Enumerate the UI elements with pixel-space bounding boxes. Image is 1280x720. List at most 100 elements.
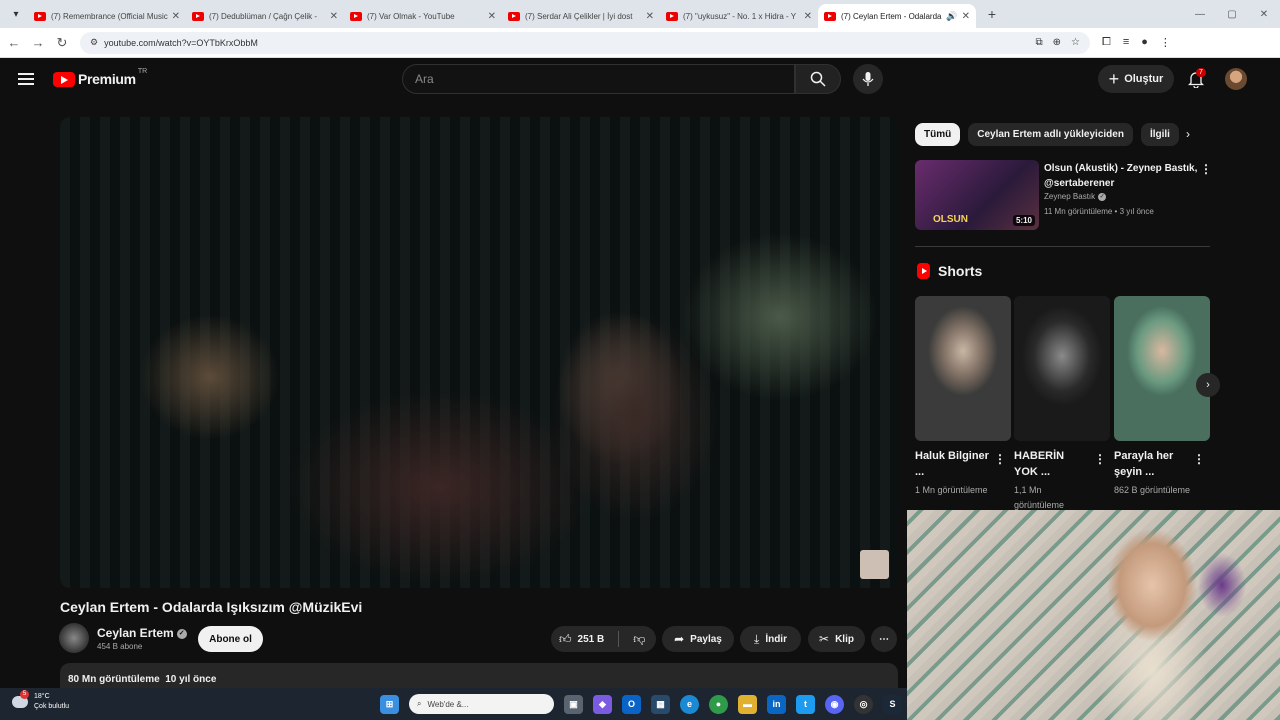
short-title[interactable]: HABERİN YOK ...: [1014, 448, 1090, 480]
profile-icon[interactable]: ●: [1141, 36, 1148, 49]
youtube-favicon-icon: [666, 11, 678, 21]
browser-tab-active[interactable]: (7) Ceylan Ertem - Odalarda 🔊 ✕: [818, 4, 976, 28]
task-view-icon[interactable]: ▣: [564, 694, 583, 714]
windows-start-icon[interactable]: ⊞: [380, 694, 399, 714]
youtube-play-icon: [53, 71, 75, 87]
voice-search-button[interactable]: [853, 64, 883, 94]
tab-title: (7) "uykusuz" - No. 1 x Hidra - Y: [683, 11, 797, 21]
search-icon: [810, 71, 826, 87]
more-vertical-icon[interactable]: ⋮: [994, 452, 1006, 466]
steam-icon[interactable]: S: [883, 694, 902, 714]
minimize-icon[interactable]: —: [1184, 9, 1216, 20]
short-thumbnail[interactable]: [1114, 296, 1210, 441]
store-icon[interactable]: ▦: [651, 694, 670, 714]
video-player[interactable]: [60, 117, 898, 588]
short-title[interactable]: Parayla her şeyin ...: [1114, 448, 1190, 480]
subscribe-button[interactable]: Abone ol: [198, 626, 263, 652]
speaker-icon[interactable]: 🔊: [946, 11, 957, 22]
search-icon: ⌕: [417, 699, 422, 708]
address-bar-row: ← → ↻ ⚙ youtube.com/watch?v=OYTbKrxObbM …: [0, 28, 1280, 58]
taskbar-search[interactable]: ⌕ Web'de &...: [409, 694, 554, 714]
chip-from-uploader[interactable]: Ceylan Ertem adlı yükleyiciden: [968, 123, 1133, 146]
chip-all[interactable]: Tümü: [915, 123, 961, 146]
file-explorer-icon[interactable]: ▬: [738, 694, 757, 714]
avatar[interactable]: [1225, 68, 1247, 90]
channel-avatar[interactable]: [59, 623, 89, 653]
end-screen-thumbnail[interactable]: [860, 550, 889, 579]
short-thumbnail[interactable]: [1014, 296, 1110, 441]
back-icon[interactable]: ←: [2, 35, 26, 50]
browser-tab[interactable]: (7) Dedublüman / Çağn Çelik - ✕: [186, 4, 344, 28]
shorts-header: Shorts: [917, 263, 982, 279]
media-control-icon[interactable]: ≡: [1123, 36, 1129, 49]
dislike-button[interactable]: 👎︎: [633, 632, 645, 647]
short-thumbnail[interactable]: [915, 296, 1011, 441]
new-tab-button[interactable]: +: [982, 6, 1002, 22]
maximize-icon[interactable]: ▢: [1216, 9, 1248, 20]
extensions-icon[interactable]: ⧠: [1102, 36, 1111, 49]
bookmark-star-icon[interactable]: ☆: [1071, 37, 1080, 48]
channel-name[interactable]: Ceylan Ertem ✓: [97, 626, 187, 640]
close-icon[interactable]: ✕: [330, 11, 338, 22]
search-button[interactable]: [795, 64, 841, 94]
like-button[interactable]: 👍︎ 251 B: [559, 632, 604, 647]
short-views: 1,1 Mn görüntüleme: [1014, 485, 1065, 510]
browser-tab[interactable]: (7) Var Olmak - YouTube ✕: [344, 4, 502, 28]
clip-button[interactable]: ✂ Klip: [808, 626, 865, 652]
more-vertical-icon[interactable]: ⋮: [1094, 452, 1106, 466]
thumbs-up-icon: 👍︎: [559, 631, 572, 646]
copilot-icon[interactable]: ◆: [593, 694, 612, 714]
recommendation-title[interactable]: Olsun (Akustik) - Zeynep Bastık, @sertab…: [1044, 161, 1199, 191]
more-vertical-icon[interactable]: ⋮: [1200, 162, 1212, 176]
zoom-icon[interactable]: ⊕: [1053, 37, 1061, 48]
hamburger-menu-icon[interactable]: [18, 73, 34, 85]
tab-title: (7) Ceylan Ertem - Odalarda: [841, 11, 942, 21]
install-app-icon[interactable]: ⧉: [1036, 37, 1043, 48]
scissors-icon: ✂: [819, 632, 830, 646]
shorts-next-button[interactable]: ›: [1196, 373, 1220, 397]
create-button[interactable]: + Oluştur: [1098, 65, 1174, 93]
address-bar[interactable]: ⚙ youtube.com/watch?v=OYTbKrxObbM ⧉ ⊕ ☆: [80, 31, 1090, 54]
twitter-icon[interactable]: t: [796, 694, 815, 714]
close-icon[interactable]: ✕: [962, 11, 970, 22]
reload-icon[interactable]: ↻: [50, 35, 74, 51]
discord-icon[interactable]: ◉: [825, 694, 844, 714]
youtube-favicon-icon: [508, 11, 520, 21]
browser-menu-icon[interactable]: ⋮: [1160, 36, 1171, 49]
more-vertical-icon[interactable]: ⋮: [1193, 452, 1205, 466]
more-horizontal-icon: ⋯: [879, 633, 889, 645]
short-views: 862 B görüntüleme: [1114, 485, 1191, 495]
filter-chips: Tümü Ceylan Ertem adlı yükleyiciden İlgi…: [915, 123, 1179, 146]
edge-icon[interactable]: e: [680, 694, 699, 714]
linkedin-icon[interactable]: in: [767, 694, 786, 714]
browser-tab[interactable]: (7) "uykusuz" - No. 1 x Hidra - Y ✕: [660, 4, 818, 28]
divider: [915, 246, 1210, 247]
short-title[interactable]: Haluk Bilginer ...: [915, 448, 991, 480]
chip-related[interactable]: İlgili: [1140, 123, 1179, 146]
more-actions-button[interactable]: ⋯: [871, 626, 897, 652]
tab-search-icon[interactable]: ▾: [4, 4, 28, 24]
weather-widget[interactable]: 5 18°C Çok bulutlu: [12, 690, 69, 712]
outlook-icon[interactable]: O: [622, 694, 641, 714]
like-count: 251 B: [577, 633, 605, 645]
close-icon[interactable]: ✕: [646, 11, 654, 22]
youtube-premium-logo[interactable]: Premium TR: [53, 68, 147, 87]
logo-text: Premium: [78, 71, 136, 87]
browser-tab[interactable]: (7) Remembrance (Official Music ✕: [28, 4, 186, 28]
close-icon[interactable]: ✕: [804, 11, 812, 22]
forward-icon[interactable]: →: [26, 35, 50, 50]
chrome-icon[interactable]: ●: [709, 694, 728, 714]
download-button[interactable]: ⤓ İndir: [740, 626, 801, 652]
site-info-icon[interactable]: ⚙: [90, 37, 98, 48]
tab-title: (7) Var Olmak - YouTube: [367, 11, 455, 21]
close-icon[interactable]: ✕: [488, 11, 496, 22]
share-button[interactable]: ➦ Paylaş: [662, 626, 734, 652]
close-window-icon[interactable]: ✕: [1248, 9, 1280, 20]
search-input[interactable]: Ara: [402, 64, 795, 94]
browser-tab[interactable]: (7) Serdar Ali Çelikler | İyi dost ✕: [502, 4, 660, 28]
recommendation-thumbnail[interactable]: OLSUN 5:10: [915, 160, 1039, 230]
chevron-right-icon[interactable]: ›: [1186, 127, 1190, 141]
close-icon[interactable]: ✕: [172, 11, 180, 22]
obs-icon[interactable]: ◎: [854, 694, 873, 714]
recommendation-channel[interactable]: Zeynep Bastık ✓: [1044, 192, 1107, 201]
